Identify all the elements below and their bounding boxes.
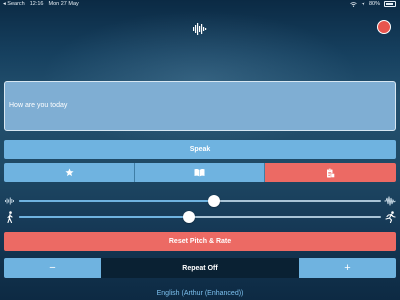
rate-slider-row <box>0 210 400 224</box>
rate-slider[interactable] <box>19 211 381 223</box>
sound-wave-icon <box>193 23 207 35</box>
status-date: Mon 27 May <box>48 1 79 7</box>
book-icon <box>194 168 205 177</box>
speech-text-value: How are you today <box>9 102 68 109</box>
speak-button-label: Speak <box>189 146 211 153</box>
repeat-stepper: − Repeat Off + <box>4 258 396 278</box>
favorites-button[interactable] <box>4 163 135 182</box>
location-icon <box>361 2 365 6</box>
plus-icon: + <box>344 262 351 274</box>
reset-button-label: Reset Pitch & Rate <box>168 238 232 245</box>
speech-text-input[interactable]: How are you today <box>4 81 396 131</box>
high-pitch-wave-icon <box>384 196 396 206</box>
record-button[interactable] <box>377 20 391 34</box>
pitch-slider-thumb[interactable] <box>208 195 221 207</box>
clipboard-icon <box>327 167 335 178</box>
pitch-slider[interactable] <box>19 195 381 207</box>
battery-icon <box>384 1 396 7</box>
voice-selector-label: English (Arthur (Enhanced)) <box>156 290 244 297</box>
voice-selector-link[interactable]: English (Arthur (Enhanced)) <box>0 290 400 297</box>
wifi-icon <box>350 1 357 7</box>
repeat-increase-button[interactable]: + <box>299 258 396 278</box>
running-icon <box>385 211 396 223</box>
repeat-status: Repeat Off <box>101 258 299 278</box>
minus-icon: − <box>49 262 56 274</box>
repeat-status-label: Repeat Off <box>182 264 218 272</box>
pitch-slider-row <box>0 194 400 208</box>
speak-button[interactable]: Speak <box>4 140 396 159</box>
rate-slider-fill <box>19 216 190 218</box>
status-time: 12:16 <box>29 1 44 7</box>
walking-icon <box>7 211 13 223</box>
status-right: 80% <box>350 1 396 7</box>
low-pitch-wave-icon <box>5 197 14 205</box>
clipboard-button[interactable] <box>265 163 396 182</box>
pitch-slider-fill <box>19 200 215 202</box>
tool-row <box>4 163 396 182</box>
reset-pitch-rate-button[interactable]: Reset Pitch & Rate <box>4 232 396 251</box>
rate-slider-thumb[interactable] <box>183 211 196 223</box>
phrasebook-button[interactable] <box>135 163 265 182</box>
back-to-search-link[interactable]: ◂ Search <box>3 1 25 7</box>
status-left: ◂ Search 12:16 Mon 27 May <box>3 1 79 7</box>
status-bar: ◂ Search 12:16 Mon 27 May 80% <box>0 0 400 10</box>
repeat-decrease-button[interactable]: − <box>4 258 101 278</box>
star-icon <box>64 168 74 177</box>
battery-percent: 80% <box>368 1 380 7</box>
